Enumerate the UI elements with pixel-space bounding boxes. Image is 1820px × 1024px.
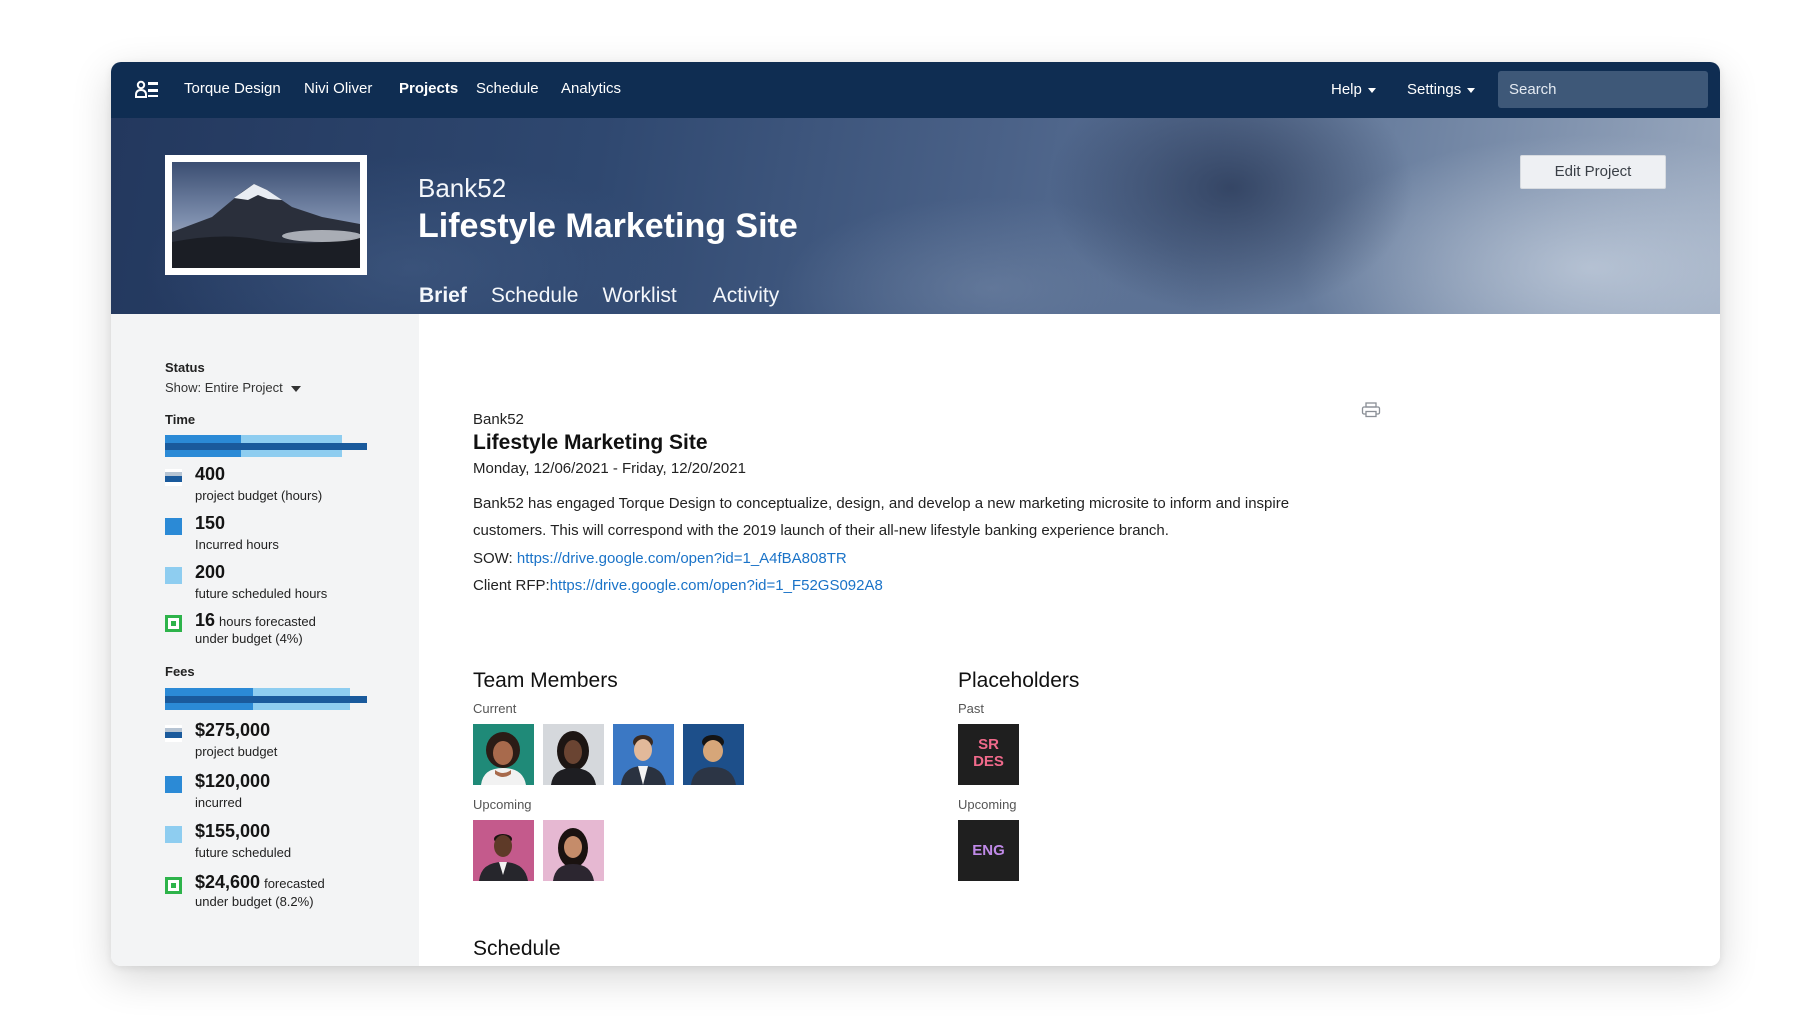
fees-forecast-label-2: under budget (8.2%) bbox=[195, 894, 314, 909]
placeholder-line-1: SR bbox=[978, 736, 999, 753]
placeholders-upcoming-label: Upcoming bbox=[958, 797, 1017, 812]
help-menu[interactable]: Help bbox=[1331, 81, 1376, 98]
placeholder-eng[interactable]: ENG bbox=[958, 820, 1019, 881]
time-progress-bar bbox=[165, 435, 367, 457]
brief-dates: Monday, 12/06/2021 - Friday, 12/20/2021 bbox=[473, 460, 746, 477]
time-forecast-label: hours forecasted bbox=[219, 614, 316, 629]
budget-legend-swatch bbox=[165, 469, 182, 486]
chevron-down-icon bbox=[1467, 87, 1476, 93]
brief-content: Bank52 Lifestyle Marketing Site Monday, … bbox=[419, 314, 1720, 966]
avatar[interactable] bbox=[613, 724, 674, 785]
nav-analytics[interactable]: Analytics bbox=[561, 80, 621, 97]
sow-link[interactable]: https://drive.google.com/open?id=1_A4fBA… bbox=[517, 550, 847, 567]
chevron-down-icon bbox=[290, 385, 301, 392]
placeholders-title: Placeholders bbox=[958, 669, 1080, 692]
tab-worklist[interactable]: Worklist bbox=[602, 284, 676, 308]
team-icon[interactable] bbox=[135, 79, 159, 101]
time-forecast-value: 16 bbox=[195, 610, 216, 630]
sow-row: SOW: https://drive.google.com/open?id=1_… bbox=[473, 550, 847, 567]
avatar[interactable] bbox=[473, 820, 534, 881]
mountain-image bbox=[172, 162, 360, 268]
time-incurred-value: 150 bbox=[195, 513, 226, 533]
budget-legend-swatch bbox=[165, 725, 182, 742]
edit-project-button[interactable]: Edit Project bbox=[1520, 155, 1666, 189]
time-forecast-label-2: under budget (4%) bbox=[195, 631, 303, 646]
client-name: Bank52 bbox=[418, 173, 507, 203]
fees-budget-value: $275,000 bbox=[195, 720, 271, 740]
future-legend-swatch bbox=[165, 567, 182, 584]
show-filter-dropdown[interactable]: Show: Entire Project bbox=[165, 380, 301, 395]
sow-label: SOW: bbox=[473, 550, 517, 567]
nav-projects[interactable]: Projects bbox=[399, 80, 458, 97]
fees-progress-bar bbox=[165, 688, 367, 710]
time-future-label: future scheduled hours bbox=[195, 586, 328, 601]
settings-label: Settings bbox=[1407, 81, 1462, 98]
incurred-legend-swatch bbox=[165, 518, 182, 535]
forecast-legend-swatch bbox=[165, 877, 182, 894]
brief-description: Bank52 has engaged Torque Design to conc… bbox=[473, 495, 1290, 539]
project-title: Lifestyle Marketing Site bbox=[418, 207, 798, 245]
budget-sidebar: Status Show: Entire Project Time 400 pro… bbox=[111, 314, 419, 966]
fees-forecast-value: $24,600 bbox=[195, 872, 261, 892]
team-upcoming-label: Upcoming bbox=[473, 797, 532, 812]
chevron-down-icon bbox=[1367, 87, 1376, 93]
settings-menu[interactable]: Settings bbox=[1407, 81, 1476, 98]
time-future-value: 200 bbox=[195, 562, 226, 582]
team-current-label: Current bbox=[473, 701, 517, 716]
printer-icon[interactable] bbox=[1361, 402, 1381, 418]
nav-user[interactable]: Nivi Oliver bbox=[304, 80, 372, 97]
show-filter-label: Show: Entire Project bbox=[165, 380, 283, 395]
avatar[interactable] bbox=[683, 724, 744, 785]
fees-forecast-row: $24,600 forecasted bbox=[195, 872, 325, 893]
time-budget-value: 400 bbox=[195, 464, 226, 484]
placeholders-past-label: Past bbox=[958, 701, 985, 716]
fees-budget-line bbox=[165, 696, 367, 703]
search-input[interactable] bbox=[1498, 71, 1708, 108]
forecast-legend-swatch bbox=[165, 615, 182, 632]
rfp-label: Client RFP: bbox=[473, 577, 550, 594]
future-legend-swatch bbox=[165, 826, 182, 843]
time-budget-label: project budget (hours) bbox=[195, 488, 323, 503]
tab-schedule[interactable]: Schedule bbox=[491, 284, 579, 308]
brief-title: Lifestyle Marketing Site bbox=[473, 431, 708, 454]
help-label: Help bbox=[1331, 81, 1362, 98]
fees-incurred-value: $120,000 bbox=[195, 771, 271, 791]
fees-heading: Fees bbox=[165, 664, 195, 679]
incurred-legend-swatch bbox=[165, 776, 182, 793]
placeholder-sr-des[interactable]: SR DES bbox=[958, 724, 1019, 785]
fees-forecast-label: forecasted bbox=[264, 876, 325, 891]
avatar[interactable] bbox=[543, 724, 604, 785]
top-nav: Torque Design Nivi Oliver Projects Sched… bbox=[111, 62, 1720, 118]
rfp-link[interactable]: https://drive.google.com/open?id=1_F52GS… bbox=[550, 577, 883, 594]
time-budget-line bbox=[165, 443, 367, 450]
rfp-row: Client RFP:https://drive.google.com/open… bbox=[473, 577, 883, 594]
time-forecast-row: 16 hours forecasted bbox=[195, 610, 316, 631]
time-incurred-label: Incurred hours bbox=[195, 537, 279, 552]
placeholder-line-2: DES bbox=[973, 753, 1004, 770]
team-members-title: Team Members bbox=[473, 669, 618, 692]
nav-company[interactable]: Torque Design bbox=[184, 80, 281, 97]
project-thumbnail bbox=[165, 155, 367, 275]
project-tabs: Brief Schedule Worklist Activity bbox=[419, 284, 803, 308]
avatar[interactable] bbox=[473, 724, 534, 785]
fees-budget-label: project budget bbox=[195, 744, 278, 759]
avatar[interactable] bbox=[543, 820, 604, 881]
schedule-section-title: Schedule bbox=[473, 937, 561, 960]
fees-incurred-label: incurred bbox=[195, 795, 242, 810]
tab-activity[interactable]: Activity bbox=[713, 284, 780, 308]
time-heading: Time bbox=[165, 412, 196, 427]
nav-schedule[interactable]: Schedule bbox=[476, 80, 539, 97]
brief-client: Bank52 bbox=[473, 411, 524, 428]
fees-future-value: $155,000 bbox=[195, 821, 271, 841]
fees-future-label: future scheduled bbox=[195, 845, 292, 860]
project-header: Bank52 Lifestyle Marketing Site Brief Sc… bbox=[111, 118, 1720, 314]
status-heading: Status bbox=[165, 360, 205, 375]
tab-brief[interactable]: Brief bbox=[419, 284, 467, 308]
app-window: Torque Design Nivi Oliver Projects Sched… bbox=[111, 62, 1720, 966]
